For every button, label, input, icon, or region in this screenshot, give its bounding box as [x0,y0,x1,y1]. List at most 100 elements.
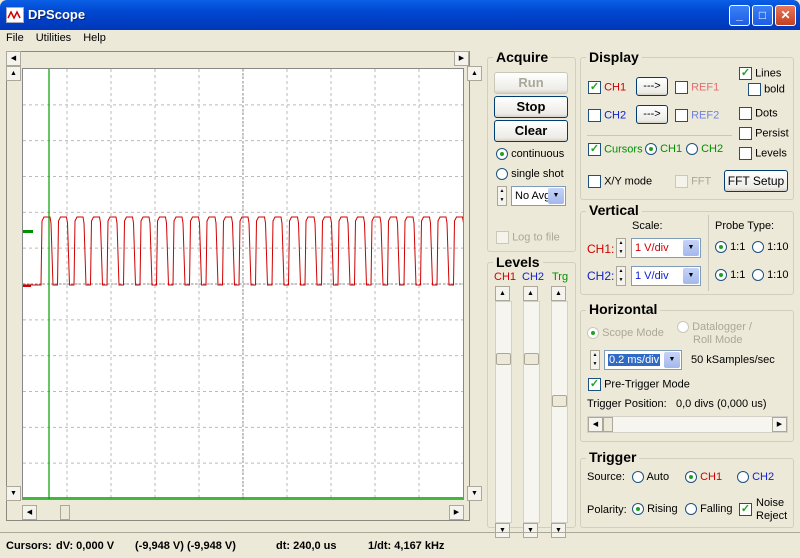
status-dv: dV: 0,000 V [56,540,115,552]
trigger-level-slider[interactable]: ▲ ▼ [551,286,568,538]
ch1-scale-select[interactable]: 1 V/div ▼ [631,238,701,258]
display-title: Display [586,49,642,65]
rising-radio[interactable]: Rising [632,503,678,516]
avg-spinner[interactable]: ▲ ▼ [497,186,507,206]
timebase-select[interactable]: 0.2 ms/div ▼ [604,350,682,370]
clear-button[interactable]: Clear [494,120,568,142]
trigger-source-label: Source: [587,471,625,483]
noise-label: Noise [756,497,785,509]
scroll-up-left-icon[interactable]: ▲ [6,66,21,81]
trigger-ch1-radio[interactable]: CH1 [685,471,722,484]
scroll-right-icon: ▶ [772,417,787,432]
continuous-radio[interactable]: continuous [496,148,564,161]
chevron-down-icon: ▼ [683,268,699,284]
ch1-display-checkbox[interactable]: ✓ CH1 [588,81,626,94]
trigger-position-label: Trigger Position: [587,398,667,410]
scope-display[interactable] [22,68,470,500]
status-bar: Cursors: dV: 0,000 V (-9,948 V) (-9,948 … [0,532,800,558]
app-icon [6,7,24,23]
scroll-left-bottom-icon[interactable]: ◀ [22,505,37,520]
close-button[interactable]: ✕ [775,5,796,26]
scroll-right-top-icon[interactable]: ▶ [454,51,469,66]
menu-help[interactable]: Help [77,30,112,46]
xy-mode-checkbox[interactable]: X/Y mode [588,175,652,188]
horizontal-scroll-thumb[interactable] [60,505,70,520]
menu-file[interactable]: File [0,30,30,46]
levels-checkbox[interactable]: Levels [739,147,787,160]
status-cursor-values: (-9,948 V) (-9,948 V) [135,540,236,552]
chevron-down-icon: ▼ [548,188,564,204]
scroll-up-right-icon[interactable]: ▲ [467,66,482,81]
slider-up-icon: ▲ [551,286,566,301]
display-divider [587,135,732,136]
fft-checkbox[interactable]: FFT [675,175,711,188]
lines-checkbox[interactable]: ✓ Lines [739,67,781,80]
ch2-display-checkbox[interactable]: CH2 [588,109,626,122]
menu-utilities[interactable]: Utilities [30,30,77,46]
scroll-down-right-icon[interactable]: ▼ [467,486,482,501]
ch1-level-thumb[interactable] [496,353,511,365]
single-shot-radio[interactable]: single shot [496,168,564,181]
title-bar [0,0,800,30]
ch2-level-slider[interactable]: ▲ ▼ [523,286,540,538]
ch1-level-marker [23,285,31,287]
trigger-ch2-radio[interactable]: CH2 [737,471,774,484]
scope-mode-radio[interactable]: Scope Mode [587,327,664,340]
vertical-ch2-label: CH2: [587,269,615,283]
cursor-ch1-radio[interactable]: CH1 [645,143,682,156]
ch2-to-ref2-button[interactable]: ---> [636,105,668,124]
cursors-checkbox[interactable]: ✓ Cursors [588,143,643,156]
datalogger-radio[interactable]: Datalogger / [677,321,752,334]
ch2-probe-10x-radio[interactable]: 1:10 [752,269,788,282]
ch2-scale-select[interactable]: 1 V/div ▼ [631,266,701,286]
trigger-level-marker [23,230,33,233]
scroll-left-top-icon[interactable]: ◀ [6,51,21,66]
log-to-file-checkbox[interactable]: Log to file [496,231,560,244]
levels-title: Levels [493,254,543,270]
slider-up-icon: ▲ [523,286,538,301]
roll-mode-label: Roll Mode [693,334,743,346]
maximize-button[interactable]: □ [752,5,773,26]
trigger-position-scrollbar[interactable]: ◀ ▶ [587,416,788,433]
probe-type-label: Probe Type: [715,220,775,232]
stop-button[interactable]: Stop [494,96,568,118]
status-dt: dt: 240,0 us [276,540,337,552]
status-cursors-label: Cursors: [6,540,52,552]
ch1-scale-spinner[interactable]: ▲ ▼ [616,238,626,258]
timebase-spinner[interactable]: ▲ ▼ [590,350,600,370]
scroll-down-left-icon[interactable]: ▼ [6,486,21,501]
trigger-position-value: 0,0 divs (0,000 us) [676,398,767,410]
ch2-probe-1x-radio[interactable]: 1:1 [715,269,745,282]
acquire-title: Acquire [493,49,552,65]
ref1-checkbox[interactable]: REF1 [675,81,719,94]
dots-checkbox[interactable]: Dots [739,107,778,120]
chevron-down-icon: ▼ [664,352,680,368]
cursor-ch2-radio[interactable]: CH2 [686,143,723,156]
levels-trg-label: Trg [552,271,569,283]
pretrigger-checkbox[interactable]: ✓ Pre-Trigger Mode [588,378,690,391]
ch2-scale-spinner[interactable]: ▲ ▼ [616,266,626,286]
vertical-divider [708,215,709,291]
trigger-auto-radio[interactable]: Auto [632,471,669,484]
minimize-button[interactable]: _ [729,5,750,26]
ch2-level-thumb[interactable] [524,353,539,365]
scroll-right-bottom-icon[interactable]: ▶ [449,505,464,520]
sample-rate-label: 50 kSamples/sec [691,354,775,366]
avg-select[interactable]: No Avg ▼ [511,186,566,206]
persist-checkbox[interactable]: Persist [739,127,789,140]
ch1-probe-1x-radio[interactable]: 1:1 [715,241,745,254]
ch1-level-slider[interactable]: ▲ ▼ [495,286,512,538]
ref2-checkbox[interactable]: REF2 [675,109,719,122]
menu-bar: File Utilities Help [0,30,800,48]
bold-checkbox[interactable]: bold [748,83,785,96]
ch1-probe-10x-radio[interactable]: 1:10 [752,241,788,254]
status-frequency: 1/dt: 4,167 kHz [368,540,445,552]
fft-setup-button[interactable]: FFT Setup [724,170,788,192]
ch1-to-ref1-button[interactable]: ---> [636,77,668,96]
trigger-level-thumb[interactable] [552,394,567,407]
waveform-plot [23,69,470,499]
run-button[interactable]: Run [494,72,568,94]
scale-label: Scale: [632,220,663,232]
noise-reject-checkbox[interactable]: ✓ [739,503,752,516]
falling-radio[interactable]: Falling [685,503,732,516]
